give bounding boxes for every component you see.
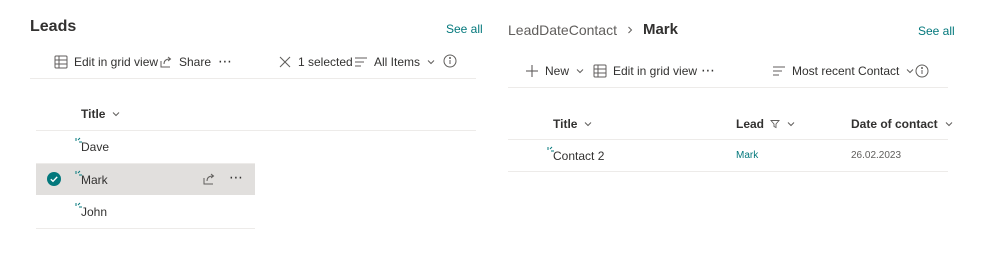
info-icon[interactable] bbox=[915, 64, 929, 83]
column-header-lead[interactable]: Lead bbox=[736, 117, 796, 131]
row-date: 26.02.2023 bbox=[851, 150, 902, 161]
toolbar-divider bbox=[30, 78, 476, 79]
row-divider bbox=[508, 171, 948, 172]
column-header-title-label: Title bbox=[553, 117, 578, 131]
row-title[interactable]: Dave bbox=[81, 140, 109, 154]
chevron-down-icon bbox=[944, 119, 954, 129]
share-icon[interactable] bbox=[202, 172, 216, 191]
column-header-lead-label: Lead bbox=[736, 117, 765, 131]
breadcrumb-current: Mark bbox=[642, 21, 678, 38]
new-button[interactable]: New bbox=[525, 64, 585, 78]
clear-selection-button[interactable]: 1 selected bbox=[278, 55, 353, 69]
leads-see-all-link[interactable]: See all bbox=[446, 22, 483, 36]
breadcrumb: LeadDateContact Mark bbox=[508, 21, 678, 38]
edit-grid-label: Edit in grid view bbox=[74, 55, 159, 69]
row-divider bbox=[36, 228, 255, 229]
chevron-down-icon bbox=[426, 57, 436, 67]
row-title[interactable]: Contact 2 bbox=[553, 149, 604, 163]
checkmark-icon[interactable] bbox=[47, 172, 61, 191]
toolbar-divider bbox=[508, 87, 948, 88]
edit-grid-button[interactable]: Edit in grid view bbox=[54, 55, 158, 69]
chevron-down-icon bbox=[583, 119, 593, 129]
column-header-date[interactable]: Date of contact bbox=[851, 117, 954, 131]
plus-icon bbox=[525, 64, 539, 78]
filter-icon bbox=[770, 119, 780, 129]
chevron-down-icon bbox=[111, 109, 121, 119]
row-title[interactable]: John bbox=[81, 205, 107, 219]
row-title[interactable]: Mark bbox=[81, 173, 108, 187]
view-list-icon bbox=[772, 64, 786, 78]
row-lead-link[interactable]: Mark bbox=[736, 150, 758, 161]
table-row[interactable]: Contact 2 Mark 26.02.2023 bbox=[508, 140, 948, 171]
share-icon bbox=[159, 55, 173, 69]
view-label: Most recent Contact bbox=[792, 64, 900, 78]
new-label: New bbox=[545, 64, 570, 78]
column-header-date-label: Date of contact bbox=[851, 117, 938, 131]
share-label: Share bbox=[179, 55, 212, 69]
edit-grid-button[interactable]: Edit in grid view bbox=[593, 64, 697, 78]
view-list-icon bbox=[354, 55, 368, 69]
column-header-title[interactable]: Title bbox=[553, 117, 593, 131]
more-options-icon[interactable]: ⋯ bbox=[229, 169, 243, 186]
info-icon[interactable] bbox=[443, 54, 457, 73]
view-selector[interactable]: Most recent Contact bbox=[772, 64, 915, 78]
view-label: All Items bbox=[374, 55, 421, 69]
view-selector[interactable]: All Items bbox=[354, 55, 436, 69]
table-row[interactable]: John bbox=[36, 196, 255, 228]
column-header-title[interactable]: Title bbox=[81, 107, 121, 121]
leads-title: Leads bbox=[30, 18, 77, 35]
edit-grid-label: Edit in grid view bbox=[613, 64, 698, 78]
breadcrumb-parent[interactable]: LeadDateContact bbox=[508, 22, 617, 38]
column-header-title-label: Title bbox=[81, 107, 106, 121]
share-button[interactable]: Share bbox=[159, 55, 211, 69]
grid-icon bbox=[593, 64, 607, 78]
chevron-down-icon bbox=[905, 66, 915, 76]
table-row-selected[interactable]: Mark ⋯ bbox=[36, 164, 255, 195]
more-options-icon[interactable]: ⋯ bbox=[701, 62, 715, 79]
close-icon bbox=[278, 55, 292, 69]
selected-count: 1 selected bbox=[298, 55, 353, 69]
grid-icon bbox=[54, 55, 68, 69]
contacts-see-all-link[interactable]: See all bbox=[918, 24, 955, 38]
more-options-icon[interactable]: ⋯ bbox=[218, 53, 232, 70]
chevron-right-icon bbox=[625, 25, 635, 35]
chevron-down-icon bbox=[786, 119, 796, 129]
table-row[interactable]: Dave bbox=[36, 131, 255, 163]
chevron-down-icon bbox=[575, 66, 585, 76]
